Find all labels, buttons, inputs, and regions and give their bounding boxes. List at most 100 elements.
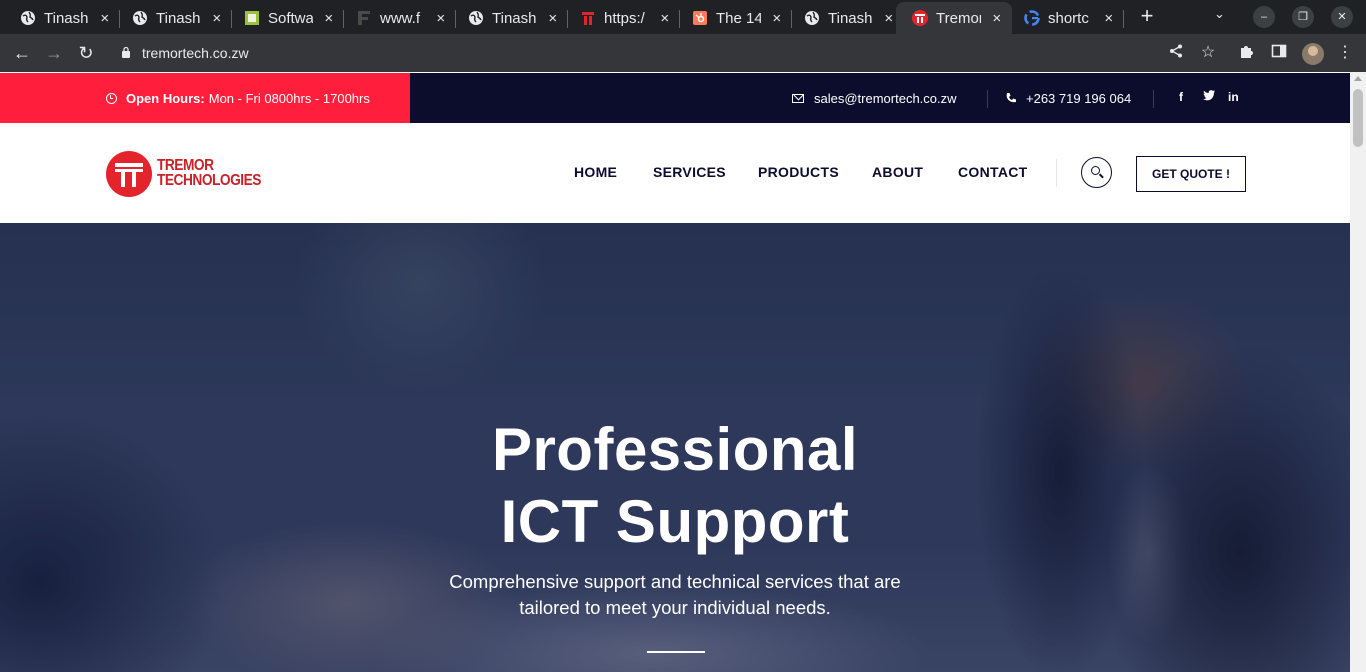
hours-label: Open Hours:	[126, 90, 205, 106]
close-icon[interactable]: ×	[209, 10, 224, 27]
back-arrow-icon[interactable]: ←	[11, 42, 33, 64]
close-icon[interactable]: ×	[769, 10, 784, 27]
forward-arrow-icon[interactable]: →	[43, 42, 65, 64]
hero-title-line1: Professional	[491, 416, 859, 483]
divider	[1153, 90, 1154, 108]
tremor-icon	[580, 10, 596, 26]
f-letter-icon	[356, 10, 372, 26]
globe-icon	[468, 10, 484, 26]
new-tab-button[interactable]: +	[1137, 5, 1157, 27]
nav-divider	[1056, 159, 1057, 187]
globe-icon	[132, 10, 148, 26]
close-icon[interactable]: ×	[545, 10, 560, 27]
tab-title: The 14	[716, 9, 762, 27]
browser-tab[interactable]: https:/ ×	[560, 2, 680, 34]
tab-title: Tinashe	[44, 9, 89, 27]
close-icon[interactable]: ×	[989, 10, 1004, 27]
tab-title: Tinashe	[156, 9, 201, 27]
get-quote-button[interactable]: GET QUOTE !	[1136, 156, 1246, 192]
page-scrollbar[interactable]	[1350, 72, 1366, 672]
top-info-bar: Open Hours: Mon - Fri 0800hrs - 1700hrs …	[0, 73, 1350, 123]
nav-products[interactable]: PRODUCTS	[758, 164, 839, 180]
browser-toolbar: ← → ↻ tremortech.co.zw ☆ ⋮	[0, 34, 1366, 72]
hero-divider	[647, 651, 705, 653]
facebook-icon[interactable]: f	[1179, 90, 1183, 104]
logo-wordmark[interactable]: TREMOR TECHNOLOGIES	[157, 157, 261, 189]
google-icon	[1024, 10, 1040, 26]
tab-title: shortc	[1048, 9, 1089, 27]
hours-value: Mon - Fri 0800hrs - 1700hrs	[208, 90, 370, 106]
phone-contact[interactable]: +263 719 196 064	[1005, 73, 1131, 123]
close-icon[interactable]: ×	[97, 10, 112, 27]
browser-tab[interactable]: The 14 ×	[672, 2, 792, 34]
tremor-logo-icon[interactable]	[106, 151, 152, 197]
menu-kebab-icon[interactable]: ⋮	[1337, 42, 1353, 62]
tab-title: www.f	[380, 9, 421, 27]
browser-tab[interactable]: Software ×	[224, 2, 344, 34]
open-hours-banner: Open Hours: Mon - Fri 0800hrs - 1700hrs	[0, 73, 410, 123]
side-panel-icon[interactable]	[1269, 43, 1289, 63]
tab-separator	[1123, 10, 1124, 28]
search-button[interactable]	[1081, 157, 1112, 188]
browser-tab-strip: Tinashe × Tinashe × Software × www.f × T…	[0, 0, 1366, 34]
share-icon[interactable]	[1166, 43, 1186, 63]
lock-icon	[122, 46, 130, 58]
url-text: tremortech.co.zw	[142, 45, 249, 61]
browser-tab-active[interactable]: Tremor ×	[896, 2, 1012, 34]
browser-tab[interactable]: Tinashe ×	[112, 2, 232, 34]
close-icon[interactable]: ×	[433, 10, 448, 27]
divider	[987, 90, 988, 108]
tab-title: https:/	[604, 9, 645, 27]
hero-title-line2: ICT Support	[500, 488, 850, 555]
tab-title: Tinashe	[828, 9, 873, 27]
reload-icon[interactable]: ↻	[75, 42, 97, 64]
tab-title: Software	[268, 9, 314, 27]
tab-title: Tinashe	[492, 9, 537, 27]
hubspot-icon	[692, 10, 708, 26]
globe-icon	[20, 10, 36, 26]
minimize-button[interactable]: –	[1253, 6, 1275, 28]
phone-text: +263 719 196 064	[1026, 90, 1132, 106]
hero-subtitle-line2: tailored to meet your individual needs.	[519, 597, 831, 618]
address-bar[interactable]: tremortech.co.zw	[107, 38, 1230, 68]
browser-tab[interactable]: Tinashe ×	[784, 2, 904, 34]
hero-subtitle-line1: Comprehensive support and technical serv…	[449, 571, 901, 592]
logo-line1: TREMOR	[157, 157, 214, 174]
nav-services[interactable]: SERVICES	[653, 164, 726, 180]
close-icon[interactable]: ×	[321, 10, 336, 27]
nav-about[interactable]: ABOUT	[872, 164, 923, 180]
email-text: sales@tremortech.co.zw	[814, 90, 957, 106]
web-page: Open Hours: Mon - Fri 0800hrs - 1700hrs …	[0, 72, 1350, 672]
email-contact[interactable]: sales@tremortech.co.zw	[792, 73, 957, 123]
browser-tab[interactable]: Tinashe ×	[448, 2, 568, 34]
profile-avatar[interactable]	[1302, 43, 1324, 65]
globe-icon	[804, 10, 820, 26]
tab-search-chevron-icon[interactable]: ⌄	[1214, 6, 1225, 22]
close-icon[interactable]: ×	[1101, 10, 1116, 27]
restore-button[interactable]: ❐	[1292, 6, 1314, 28]
site-header: TREMOR TECHNOLOGIES HOME SERVICES PRODUC…	[0, 123, 1350, 223]
extensions-puzzle-icon[interactable]	[1237, 43, 1257, 63]
phone-icon	[1006, 93, 1016, 103]
clock-icon	[106, 92, 117, 104]
hero-subtitle: Comprehensive support and technical serv…	[405, 569, 945, 621]
close-icon[interactable]: ×	[881, 10, 896, 27]
bookmark-star-icon[interactable]: ☆	[1198, 43, 1218, 63]
envelope-icon	[792, 93, 804, 103]
browser-tab[interactable]: shortc ×	[1004, 2, 1124, 34]
tab-title: Tremor	[936, 9, 982, 27]
nav-home[interactable]: HOME	[574, 164, 617, 180]
linkedin-icon[interactable]: in	[1228, 90, 1239, 104]
close-icon[interactable]: ×	[657, 10, 672, 27]
close-window-button[interactable]: ✕	[1331, 6, 1353, 28]
hero-title: Professional ICT Support	[375, 414, 975, 558]
browser-tab[interactable]: www.f ×	[336, 2, 456, 34]
nav-contact[interactable]: CONTACT	[958, 164, 1028, 180]
scrollbar-thumb[interactable]	[1353, 89, 1363, 147]
tremor-red-icon	[912, 10, 928, 26]
browser-tab[interactable]: Tinashe ×	[0, 2, 120, 34]
logo-line2: TECHNOLOGIES	[157, 172, 261, 189]
scroll-up-arrow-icon[interactable]	[1354, 76, 1362, 81]
twitter-icon[interactable]	[1203, 90, 1215, 104]
square-green-icon	[244, 10, 260, 26]
